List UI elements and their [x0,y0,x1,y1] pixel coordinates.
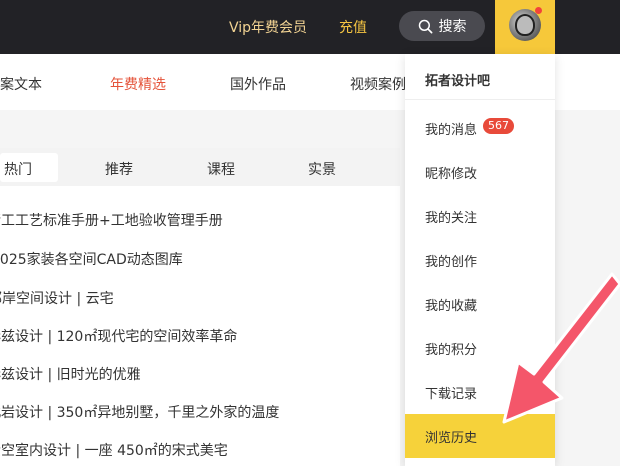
nav-item-video-cases[interactable]: 视频案例 [350,74,406,94]
tab-courses[interactable]: 课程 [207,159,235,179]
list-item[interactable]: 北岩设计 | 350㎡异地别墅，千里之外家的温度 [0,402,387,422]
notification-dot [535,7,542,14]
search-button-label: 搜索 [438,19,467,35]
menu-item-label: 下载记录 [425,387,478,402]
tab-real-scenes[interactable]: 实景 [308,159,336,179]
menu-item-nickname[interactable]: 昵称修改 [405,150,555,194]
search-icon [418,19,432,33]
search-button[interactable]: 搜索 [399,11,485,41]
list-item[interactable]: 精工工艺标准手册+工地验收管理手册 [0,210,387,230]
dropdown-divider [405,99,555,100]
menu-item-label: 我的收藏 [425,299,478,314]
nav-item-foreign-works[interactable]: 国外作品 [230,74,286,94]
list-item[interactable]: 素空室内设计 | 一座 450㎡的宋式美宅 [0,440,387,460]
message-count-badge: 567 [483,118,514,134]
menu-item-messages[interactable]: 我的消息 567 [405,106,555,150]
menu-item-label: 我的积分 [425,343,478,358]
dropdown-title: 拓者设计吧 [425,74,491,89]
menu-item-label: 昵称修改 [425,167,478,182]
recharge-link[interactable]: 充值 [339,17,367,37]
content-tabs: 热门 推荐 课程 实景 [0,148,400,186]
nav-item-annual-picks[interactable]: 年费精选 [110,74,166,94]
list-item[interactable]: 赫兹设计 | 旧时光的优雅 [0,364,387,384]
nav-item-text[interactable]: 青案文本 [0,74,48,94]
pointer-arrow-icon [502,272,620,424]
vip-membership-link[interactable]: Vip年费会员 [229,17,307,37]
menu-item-label: 我的创作 [425,255,478,270]
menu-item-label: 我的消息 [425,123,478,138]
avatar [509,9,541,41]
top-bar: Vip年费会员 充值 搜索 [0,0,620,54]
menu-item-label: 我的关注 [425,211,478,226]
menu-item-label: 浏览历史 [425,431,478,446]
menu-item-following[interactable]: 我的关注 [405,194,555,238]
user-menu-trigger[interactable] [495,0,555,54]
tab-recommended[interactable]: 推荐 [105,159,133,179]
list-item[interactable]: 郁岸空间设计 | 云宅 [0,288,388,308]
list-item[interactable]: 赫兹设计 | 120㎡现代宅的空间效率革命 [0,326,387,346]
tab-hot[interactable]: 热门 [4,159,32,179]
list-item[interactable]: 2025家装各空间CAD动态图库 [0,249,391,269]
